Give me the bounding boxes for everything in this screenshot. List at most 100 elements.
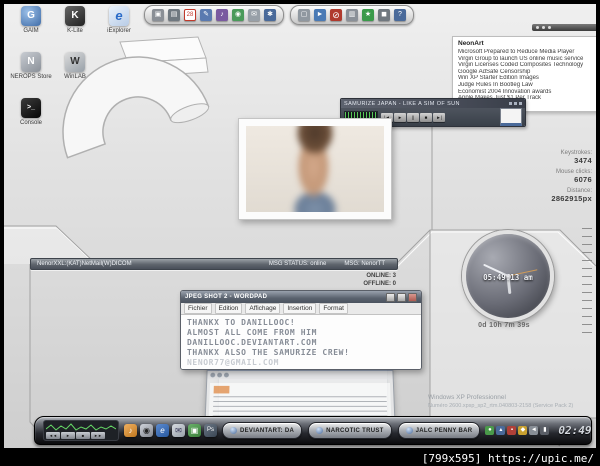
desktop-icon-label: K-Lite: [67, 28, 83, 34]
desktop-icon[interactable]: K K-Lite: [54, 6, 96, 35]
credits-line: DANILLOOC.DEVIANTART.COM: [187, 338, 317, 347]
launcher-icon[interactable]: ?: [394, 9, 406, 21]
stat-row: Keystrokes: 3474: [510, 150, 592, 165]
dock-icon[interactable]: Ps: [204, 424, 217, 437]
menu-item[interactable]: Insertion: [283, 303, 317, 314]
player-button[interactable]: ||: [407, 112, 419, 122]
oscilloscope-icon: [46, 423, 116, 431]
player-window-buttons[interactable]: [509, 102, 522, 105]
online-count: ONLINE: 3: [366, 273, 396, 279]
launcher-icon[interactable]: ►: [314, 9, 326, 21]
pill-dot-icon: [230, 427, 237, 434]
tray-icon[interactable]: ◄: [529, 426, 539, 435]
tray-icon[interactable]: ▮: [540, 426, 550, 435]
launcher-icon[interactable]: ◉: [232, 9, 244, 21]
player-button[interactable]: ■: [420, 112, 432, 122]
news-headline[interactable]: Google AdSafe Censorship: [458, 69, 596, 76]
ghost-window-toolbar: [207, 370, 393, 380]
message-status-bar: NenorXXL:(KAT)NetMail(W)DICOM MSG STATUS…: [30, 258, 398, 270]
launcher-icon[interactable]: ♪: [216, 9, 228, 21]
stat-value: 3474: [574, 156, 592, 165]
launcher-icon[interactable]: ▢: [298, 9, 310, 21]
launcher-icon[interactable]: ▤: [168, 9, 180, 21]
stat-value: 6076: [574, 175, 592, 184]
wordpad-titlebar[interactable]: JPEG SHOT 2 - WORDPAD: [181, 291, 421, 303]
tray-icon[interactable]: ▪: [507, 426, 517, 435]
launcher-bar-left: ▣ ▤ 28 ✎ ♪ ◉ ✉ ✱: [144, 5, 284, 25]
launcher-icon[interactable]: ✎: [200, 9, 212, 21]
tray-icon[interactable]: ◆: [518, 426, 528, 435]
desktop-icon-grid: G GAIM K K-Lite e iExplorer N NEROPS Sto…: [8, 6, 158, 146]
desktop-icon[interactable]: N NEROPS Store: [10, 52, 52, 81]
desktop-icon-glyph: W: [65, 52, 85, 72]
launcher-icon[interactable]: ★: [362, 9, 374, 21]
dock-task-pill[interactable]: JALC PENNY BAR: [397, 422, 481, 439]
pill-label: NARCOTIC TRUST: [326, 427, 384, 434]
dock-icon[interactable]: ✉: [172, 424, 185, 437]
offline-count: OFFLINE: 0: [363, 281, 396, 287]
dock-icon[interactable]: ♪: [124, 424, 137, 437]
wordpad-menubar: Fichier Edition Affichage Insertion Format: [181, 303, 421, 315]
tray-icon[interactable]: ▴: [496, 426, 506, 435]
news-headline[interactable]: Judge Rules In Bootleg Law: [458, 82, 596, 89]
dock-player-button[interactable]: ►►: [91, 432, 105, 439]
desktop-icon-label: Console: [19, 120, 42, 126]
desktop-icon[interactable]: e iExplorer: [98, 6, 140, 35]
dock-icon[interactable]: ▣: [188, 424, 201, 437]
launcher-icon[interactable]: ✉: [248, 9, 260, 21]
desktop-screenshot: G GAIM K K-Lite e iExplorer N NEROPS Sto…: [0, 0, 600, 466]
photo-frame-widget: [238, 118, 392, 220]
player-button[interactable]: ►: [394, 112, 406, 122]
news-headline[interactable]: Win XP Starter Edition Images: [458, 75, 596, 82]
menu-item[interactable]: Affichage: [245, 303, 281, 314]
news-headline[interactable]: Economist 2004 Innovation awards: [458, 89, 596, 96]
dock-task-pill[interactable]: DEVIANTART: DA: [222, 422, 303, 439]
news-headline[interactable]: Virgin Licenses Coded Composites Technol…: [458, 62, 596, 69]
windows-version-line2: Numéro 2600.xpsp_sp2_rtm.040803-2158 (Se…: [428, 403, 574, 409]
desktop-icon[interactable]: W WinLAB: [54, 52, 96, 81]
news-headline[interactable]: Microsoft Prepared to Reduce Media Playe…: [458, 49, 596, 56]
dock-player-buttons: ◄◄ ► ■ ►►: [46, 432, 116, 439]
launcher-icon[interactable]: ▥: [346, 9, 358, 21]
launcher-icon[interactable]: 28: [184, 9, 196, 21]
desktop-icon-label: iExplorer: [107, 28, 131, 34]
launcher-icon[interactable]: ✱: [264, 9, 276, 21]
news-title: NeonArt: [458, 40, 484, 47]
mini-toolbar[interactable]: [532, 24, 596, 31]
ruler-ticks: [582, 228, 592, 340]
launcher-icon[interactable]: ▣: [152, 9, 164, 21]
menu-item[interactable]: Fichier: [184, 303, 212, 314]
launcher-icon[interactable]: ◼: [378, 9, 390, 21]
system-stats-widget: Keystrokes: 3474 Mouse clicks: 6076 Dist…: [510, 150, 592, 207]
menu-item[interactable]: Format: [319, 303, 348, 314]
launcher-bar-right: ▢ ► ⊘ ▥ ★ ◼?: [290, 5, 414, 25]
menu-item[interactable]: Edition: [214, 303, 243, 314]
dock-icon[interactable]: ◉: [140, 424, 153, 437]
launcher-icon[interactable]: ⊘: [330, 9, 342, 21]
desktop-icon-glyph: K: [65, 6, 85, 26]
minimize-button[interactable]: [386, 292, 395, 302]
dock-task-pill[interactable]: NARCOTIC TRUST: [308, 422, 392, 439]
uptime-text: 0d 10h 7m 39s: [478, 322, 530, 329]
statusbar-identity: NenorXXL:(KAT)NetMail(W)DICOM: [37, 261, 132, 267]
desktop-icon[interactable]: G GAIM: [10, 6, 52, 35]
dock-player-button[interactable]: ►: [61, 432, 75, 439]
analog-clock: 05:49:13 am: [462, 230, 554, 322]
news-headline[interactable]: Virgin Group to launch US online music s…: [458, 56, 596, 63]
desktop-icon[interactable]: >_ Console: [10, 98, 52, 127]
watermark: [799x595] https://upic.me/: [421, 452, 594, 465]
player-button[interactable]: ►|: [433, 112, 445, 122]
maximize-button[interactable]: [397, 292, 406, 302]
player-titlebar[interactable]: SAMURIZE JAPAN - LIKE A SIM OF SUN: [341, 99, 525, 108]
contacts-counts: ONLINE: 3 OFFLINE: 0: [304, 272, 396, 288]
tray-icon[interactable]: ●: [485, 426, 495, 435]
dock-icon[interactable]: e: [156, 424, 169, 437]
credits-line: THANKX TO DANILLOOC!: [187, 318, 296, 327]
dock-player-button[interactable]: ■: [76, 432, 90, 439]
player-mini-playlist[interactable]: [500, 108, 522, 126]
dock-task-pills: DEVIANTART: DA NARCOTIC TRUST JALC PENNY…: [222, 422, 481, 439]
dock-mini-player: ◄◄ ► ■ ►►: [43, 420, 119, 441]
dock-taskbar: ◄◄ ► ■ ►► ♪ ◉ e ✉ ▣ Ps DEVIANTART: DA NARCOTIC T…: [34, 416, 592, 445]
close-button[interactable]: [408, 292, 417, 302]
dock-player-button[interactable]: ◄◄: [46, 432, 60, 439]
